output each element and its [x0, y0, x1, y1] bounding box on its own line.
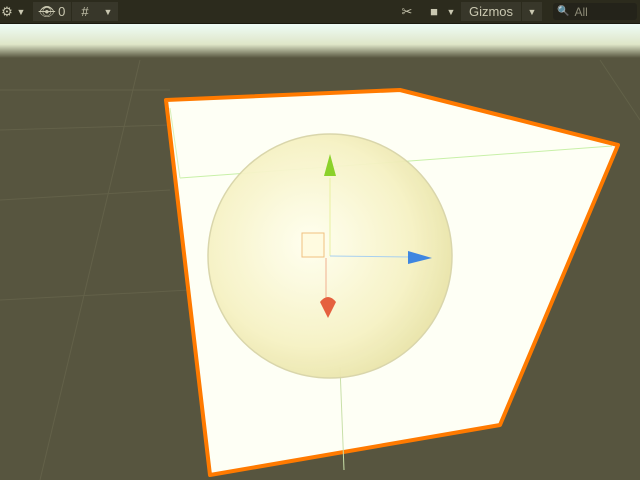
search-input[interactable]: 🔍 All: [553, 3, 637, 20]
visibility-off-icon: 👁: [38, 3, 56, 19]
grid-dropdown[interactable]: ▼: [98, 2, 118, 21]
hidden-objects-toggle[interactable]: 👁 0: [33, 2, 71, 21]
plane-handle: [301, 232, 325, 258]
search-icon: 🔍: [557, 6, 570, 17]
grid-snap-icon[interactable]: #: [72, 2, 98, 21]
tools-icon[interactable]: ✂: [395, 2, 419, 21]
gizmos-button[interactable]: Gizmos: [461, 2, 521, 21]
scene-view[interactable]: [0, 24, 640, 480]
horizon-sky: [0, 24, 640, 58]
settings-icon[interactable]: ⚙: [0, 2, 14, 21]
search-placeholder: All: [574, 4, 588, 19]
gizmos-dropdown[interactable]: ▼: [522, 2, 542, 21]
camera-dropdown[interactable]: ▼: [444, 2, 458, 21]
scene-toolbar: ⚙ ▼ 👁 0 # ▼ ✂ ■ ▼ Gizmos ▼ 🔍 All: [0, 0, 640, 24]
hidden-count: 0: [58, 4, 66, 19]
settings-dropdown[interactable]: ▼: [14, 2, 28, 21]
camera-icon[interactable]: ■: [424, 2, 444, 21]
